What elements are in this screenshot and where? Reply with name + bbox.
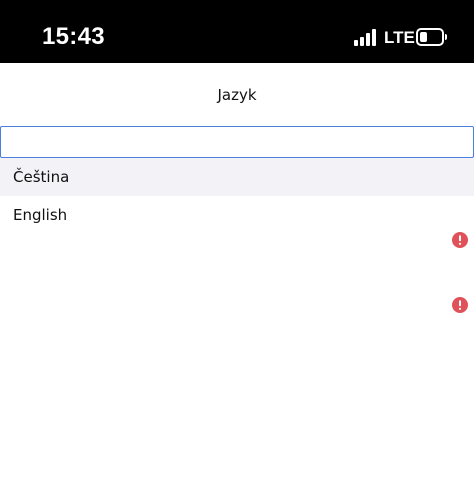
cellular-signal-icon bbox=[354, 29, 380, 46]
network-type-label: LTE bbox=[384, 28, 415, 47]
language-option-english[interactable]: English bbox=[0, 196, 474, 234]
error-circle-icon[interactable] bbox=[452, 232, 468, 248]
status-time: 15:43 bbox=[42, 23, 105, 50]
error-circle-icon[interactable] bbox=[452, 297, 468, 313]
search-input[interactable] bbox=[0, 126, 474, 158]
battery-icon bbox=[416, 28, 447, 46]
status-bar: 15:43 LTE bbox=[0, 0, 474, 63]
language-option-cestina[interactable]: Čeština bbox=[0, 158, 474, 196]
page-title: Jazyk bbox=[217, 86, 257, 104]
